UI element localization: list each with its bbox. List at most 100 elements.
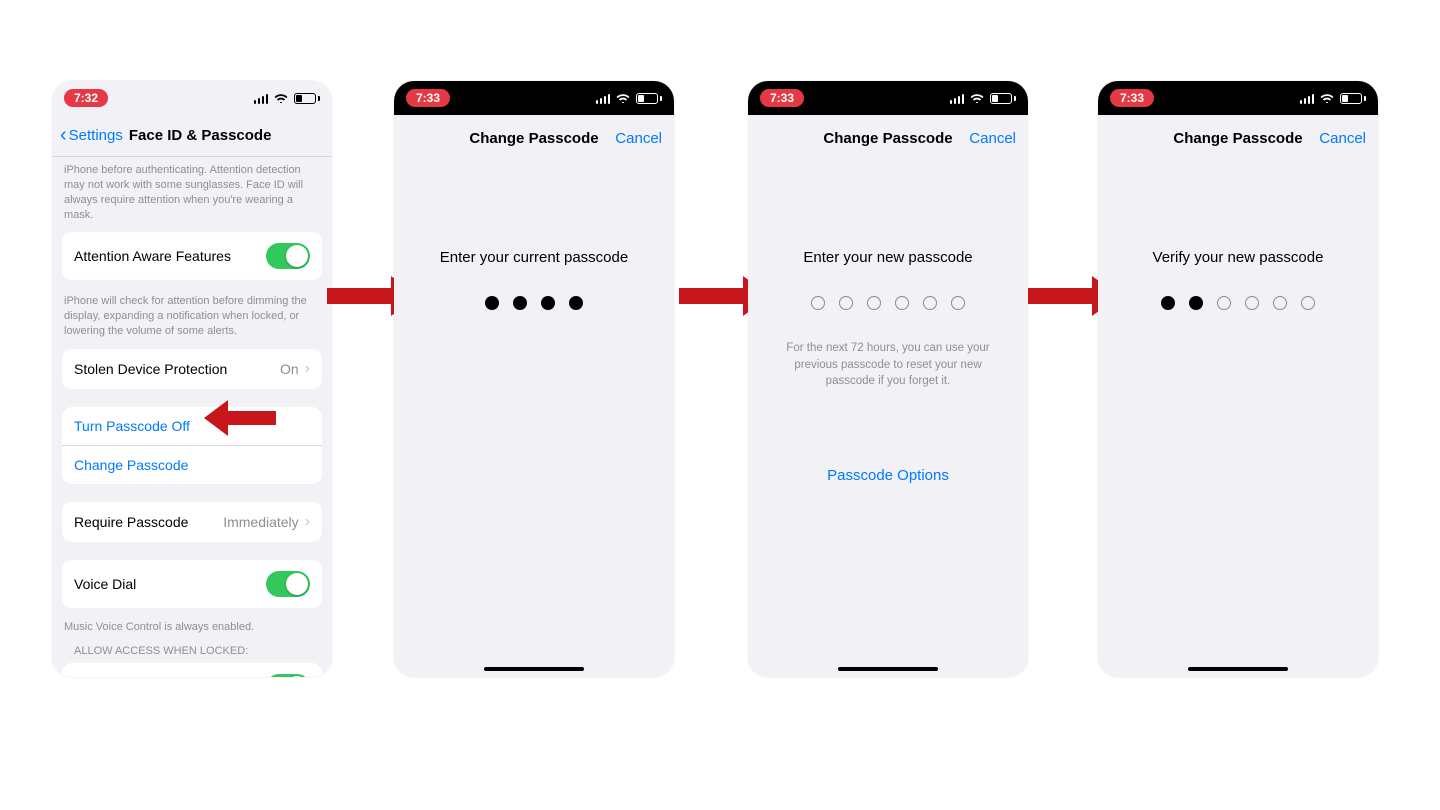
passcode-prompt: Enter your new passcode xyxy=(748,249,1028,266)
passcode-dot xyxy=(1273,296,1287,310)
chevron-right-icon: › xyxy=(305,360,310,378)
passcode-dot xyxy=(867,296,881,310)
status-bar: 7:33 xyxy=(1098,81,1378,115)
status-icons xyxy=(254,93,321,104)
passcode-prompt: Verify your new passcode xyxy=(1098,249,1378,266)
phone-verify-new: 7:33 Change Passcode Cancel Verify your … xyxy=(1098,81,1378,677)
passcode-sheet: Change Passcode Cancel Enter your new pa… xyxy=(748,117,1028,677)
cellular-icon xyxy=(1300,93,1315,104)
voice-note: Music Voice Control is always enabled. xyxy=(52,616,332,645)
status-bar: 7:33 xyxy=(748,81,1028,115)
status-bar: 7:32 xyxy=(52,81,332,115)
attention-note: iPhone will check for attention before d… xyxy=(52,288,332,349)
time-pill: 7:33 xyxy=(1110,89,1154,107)
settings-nav: ‹ Settings Face ID & Passcode xyxy=(52,115,332,157)
wifi-icon xyxy=(1320,93,1334,104)
passcode-dots xyxy=(748,296,1028,310)
cellular-icon xyxy=(596,93,611,104)
row-stolen-device[interactable]: Stolen Device Protection On › xyxy=(62,349,322,389)
status-icons xyxy=(596,93,663,104)
passcode-options-button[interactable]: Passcode Options xyxy=(748,467,1028,484)
passcode-dot xyxy=(839,296,853,310)
time-pill: 7:33 xyxy=(760,89,804,107)
home-indicator[interactable] xyxy=(484,667,584,671)
attention-top-note: iPhone before authenticating. Attention … xyxy=(52,157,332,232)
passcode-dot xyxy=(1245,296,1259,310)
home-indicator[interactable] xyxy=(1188,667,1288,671)
passcode-sheet: Change Passcode Cancel Enter your curren… xyxy=(394,117,674,677)
wifi-icon xyxy=(970,93,984,104)
wifi-icon xyxy=(616,93,630,104)
time-pill: 7:32 xyxy=(64,89,108,107)
sheet-title: Change Passcode xyxy=(469,130,598,147)
passcode-dot xyxy=(811,296,825,310)
row-label: Require Passcode xyxy=(74,514,188,530)
phone-settings: 7:32 ‹ Settings Face ID & Passcode iPhon… xyxy=(52,81,332,677)
group-require: Require Passcode Immediately › xyxy=(62,502,322,542)
row-value: Immediately › xyxy=(223,513,310,531)
home-indicator[interactable] xyxy=(838,667,938,671)
row-voice-dial[interactable]: Voice Dial xyxy=(62,560,322,608)
row-attention-aware[interactable]: Attention Aware Features xyxy=(62,232,322,280)
row-change-passcode[interactable]: Change Passcode xyxy=(62,445,322,484)
battery-icon xyxy=(294,93,320,104)
passcode-dot xyxy=(485,296,499,310)
group-voice: Voice Dial xyxy=(62,560,322,608)
cellular-icon xyxy=(254,93,269,104)
row-label: Stolen Device Protection xyxy=(74,361,227,377)
page-title: Face ID & Passcode xyxy=(129,127,272,144)
passcode-dot xyxy=(1189,296,1203,310)
passcode-sheet: Change Passcode Cancel Verify your new p… xyxy=(1098,117,1378,677)
passcode-dot xyxy=(513,296,527,310)
battery-icon xyxy=(990,93,1016,104)
status-icons xyxy=(1300,93,1367,104)
row-label: Change Passcode xyxy=(74,457,188,473)
passcode-dots xyxy=(1098,296,1378,310)
group-attention: Attention Aware Features xyxy=(62,232,322,280)
row-label: Voice Dial xyxy=(74,576,136,592)
cancel-button[interactable]: Cancel xyxy=(969,130,1016,147)
toggle-voice-dial[interactable] xyxy=(266,571,310,597)
cellular-icon xyxy=(950,93,965,104)
group-stolen: Stolen Device Protection On › xyxy=(62,349,322,389)
allow-access-header: ALLOW ACCESS WHEN LOCKED: xyxy=(52,645,332,663)
back-chevron-icon[interactable]: ‹ xyxy=(60,124,67,147)
passcode-dots xyxy=(394,296,674,310)
toggle-today-view[interactable] xyxy=(266,674,310,677)
sheet-title: Change Passcode xyxy=(1173,130,1302,147)
passcode-dot xyxy=(951,296,965,310)
passcode-dot xyxy=(1301,296,1315,310)
sheet-nav: Change Passcode Cancel xyxy=(1098,117,1378,159)
battery-icon xyxy=(636,93,662,104)
row-today-view[interactable]: Today View and Search xyxy=(62,663,322,677)
group-allow-access: Today View and Search Notification Cente… xyxy=(62,663,322,677)
sheet-nav: Change Passcode Cancel xyxy=(394,117,674,159)
passcode-dot xyxy=(1161,296,1175,310)
sheet-title: Change Passcode xyxy=(823,130,952,147)
status-bar: 7:33 xyxy=(394,81,674,115)
battery-icon xyxy=(1340,93,1366,104)
tutorial-stage: 7:32 ‹ Settings Face ID & Passcode iPhon… xyxy=(0,0,1440,810)
passcode-prompt: Enter your current passcode xyxy=(394,249,674,266)
row-turn-passcode-off[interactable]: Turn Passcode Off xyxy=(62,407,322,445)
passcode-dot xyxy=(541,296,555,310)
passcode-dot xyxy=(1217,296,1231,310)
passcode-dot xyxy=(569,296,583,310)
cancel-button[interactable]: Cancel xyxy=(1319,130,1366,147)
phone-enter-current: 7:33 Change Passcode Cancel Enter your c… xyxy=(394,81,674,677)
sheet-nav: Change Passcode Cancel xyxy=(748,117,1028,159)
row-require-passcode[interactable]: Require Passcode Immediately › xyxy=(62,502,322,542)
passcode-dot xyxy=(923,296,937,310)
group-passcode-actions: Turn Passcode Off Change Passcode xyxy=(62,407,322,484)
passcode-subnote: For the next 72 hours, you can use your … xyxy=(772,340,1004,390)
row-label: Turn Passcode Off xyxy=(74,418,190,434)
cancel-button[interactable]: Cancel xyxy=(615,130,662,147)
phone-enter-new: 7:33 Change Passcode Cancel Enter your n… xyxy=(748,81,1028,677)
toggle-attention[interactable] xyxy=(266,243,310,269)
back-button[interactable]: Settings xyxy=(69,127,123,144)
row-label: Attention Aware Features xyxy=(74,248,231,264)
passcode-dot xyxy=(895,296,909,310)
row-value: On › xyxy=(280,360,310,378)
time-pill: 7:33 xyxy=(406,89,450,107)
wifi-icon xyxy=(274,93,288,104)
